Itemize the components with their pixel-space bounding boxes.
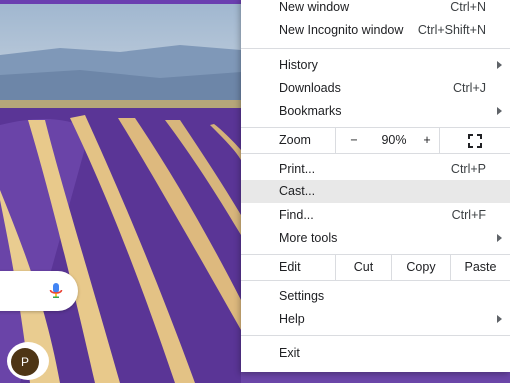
menu-separator — [241, 335, 510, 336]
menu-item-more-tools[interactable]: More tools — [241, 227, 510, 250]
edit-row: Edit Cut Copy Paste — [241, 254, 510, 281]
menu-item-history[interactable]: History — [241, 54, 510, 77]
shortcut-label: Ctrl+N — [450, 0, 486, 14]
menu-item-label: Find... — [279, 208, 314, 222]
copy-button[interactable]: Copy — [392, 255, 450, 280]
menu-item-label: More tools — [279, 231, 338, 245]
menu-item-label: Cast... — [279, 184, 316, 198]
edit-label: Edit — [279, 260, 301, 274]
search-box[interactable] — [0, 271, 78, 311]
menu-item-label: Exit — [279, 346, 300, 360]
menu-item-label: Downloads — [279, 81, 341, 95]
cut-button[interactable]: Cut — [336, 255, 391, 280]
menu-separator — [241, 48, 510, 49]
menu-item-label: History — [279, 58, 318, 72]
fullscreen-icon — [468, 134, 482, 148]
menu-item-new-window[interactable]: New window Ctrl+N — [241, 0, 510, 19]
menu-item-label: New Incognito window — [279, 23, 404, 37]
submenu-arrow-icon — [497, 107, 502, 115]
menu-item-label: New window — [279, 0, 350, 14]
shortcut-label: Ctrl+F — [451, 208, 486, 222]
zoom-in-button[interactable]: + — [416, 128, 438, 153]
menu-item-label: Help — [279, 312, 305, 326]
menu-item-help[interactable]: Help — [241, 308, 510, 331]
shortcut-label: Ctrl+Shift+N — [417, 23, 486, 37]
zoom-level: 90% — [381, 133, 407, 147]
shortcut-label: Ctrl+J — [453, 81, 486, 95]
menu-item-new-incognito-window[interactable]: New Incognito window Ctrl+Shift+N — [241, 19, 510, 42]
menu-item-find[interactable]: Find... Ctrl+F — [241, 204, 510, 227]
chrome-menu: New window Ctrl+N New Incognito window C… — [241, 0, 510, 372]
shortcut-label: Ctrl+P — [450, 162, 486, 176]
menu-item-bookmarks[interactable]: Bookmarks — [241, 100, 510, 123]
submenu-arrow-icon — [497, 61, 502, 69]
zoom-controls: − 90% + — [335, 128, 510, 153]
paste-button[interactable]: Paste — [451, 255, 510, 280]
menu-item-exit[interactable]: Exit — [241, 342, 510, 365]
submenu-arrow-icon — [497, 315, 502, 323]
zoom-label: Zoom — [279, 133, 311, 147]
menu-item-print[interactable]: Print... Ctrl+P — [241, 158, 510, 181]
menu-item-settings[interactable]: Settings — [241, 285, 510, 308]
menu-item-label: Settings — [279, 289, 325, 303]
fullscreen-button[interactable] — [440, 128, 510, 153]
menu-item-label: Bookmarks — [279, 104, 342, 118]
zoom-row: Zoom − 90% + — [241, 127, 510, 154]
menu-item-cast[interactable]: Cast... — [241, 180, 510, 203]
menu-item-downloads[interactable]: Downloads Ctrl+J — [241, 77, 510, 100]
microphone-icon[interactable] — [46, 281, 66, 301]
submenu-arrow-icon — [497, 234, 502, 242]
zoom-out-button[interactable]: − — [336, 128, 372, 153]
menu-item-label: Print... — [279, 162, 316, 176]
avatar[interactable]: P — [11, 348, 39, 376]
